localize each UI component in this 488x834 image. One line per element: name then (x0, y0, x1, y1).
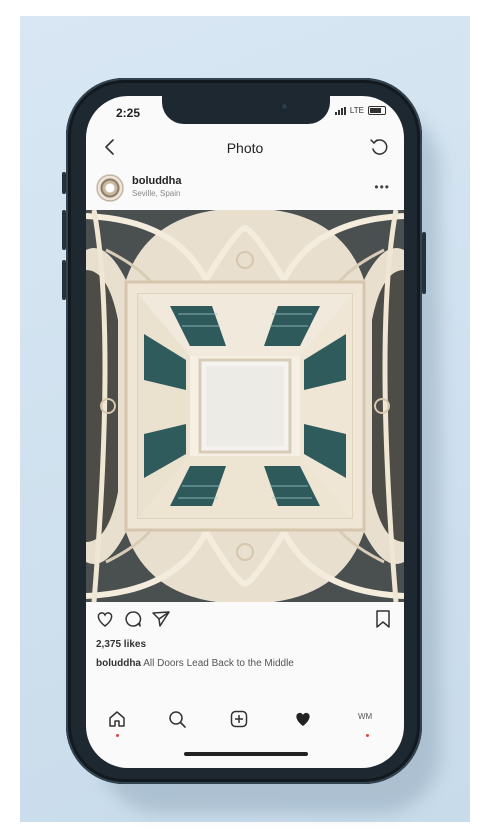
avatar[interactable] (96, 174, 124, 202)
post-image[interactable] (86, 210, 404, 602)
post-actions (86, 608, 404, 632)
network-label: LTE (349, 106, 364, 115)
heart-icon[interactable] (94, 608, 116, 630)
home-icon[interactable] (106, 708, 128, 730)
search-icon[interactable] (166, 708, 188, 730)
post-location[interactable]: Seville, Spain (132, 189, 180, 198)
status-time: 2:25 (116, 106, 141, 120)
phone-volume-down-button (62, 260, 66, 300)
add-post-icon[interactable] (228, 708, 250, 730)
phone-volume-up-button (62, 210, 66, 250)
home-activity-dot (116, 734, 119, 737)
home-indicator[interactable] (184, 752, 308, 756)
battery-icon (368, 106, 386, 115)
caption-text: All Doors Lead Back to the Middle (143, 658, 294, 669)
profile-activity-dot (366, 734, 369, 737)
caption-username[interactable]: boluddha (96, 658, 141, 669)
profile-tab[interactable]: WM (358, 712, 372, 721)
phone-notch (162, 96, 330, 124)
phone-screen: 2:25 LTE Photo boluddha Seville, Spain •… (86, 96, 404, 768)
send-icon[interactable] (150, 608, 172, 630)
nav-bar: Photo (86, 132, 404, 162)
post-header: boluddha Seville, Spain ••• (86, 172, 404, 208)
bookmark-icon[interactable] (372, 608, 394, 630)
refresh-icon[interactable] (368, 136, 390, 158)
phone-power-button (422, 232, 426, 294)
comment-icon[interactable] (122, 608, 144, 630)
courtyard-photo (86, 210, 404, 602)
phone-mute-switch (62, 172, 66, 194)
post-caption: boluddha All Doors Lead Back to the Midd… (96, 658, 294, 669)
post-username[interactable]: boluddha (132, 175, 182, 187)
status-indicators: LTE (334, 106, 386, 115)
more-dots-icon[interactable]: ••• (374, 180, 390, 194)
signal-icon (334, 106, 346, 115)
heart-filled-icon[interactable] (292, 708, 314, 730)
page-title: Photo (226, 140, 264, 156)
like-count[interactable]: 2,375 likes (96, 639, 146, 650)
front-camera (280, 102, 289, 111)
bottom-tab-bar: WM (86, 704, 404, 737)
